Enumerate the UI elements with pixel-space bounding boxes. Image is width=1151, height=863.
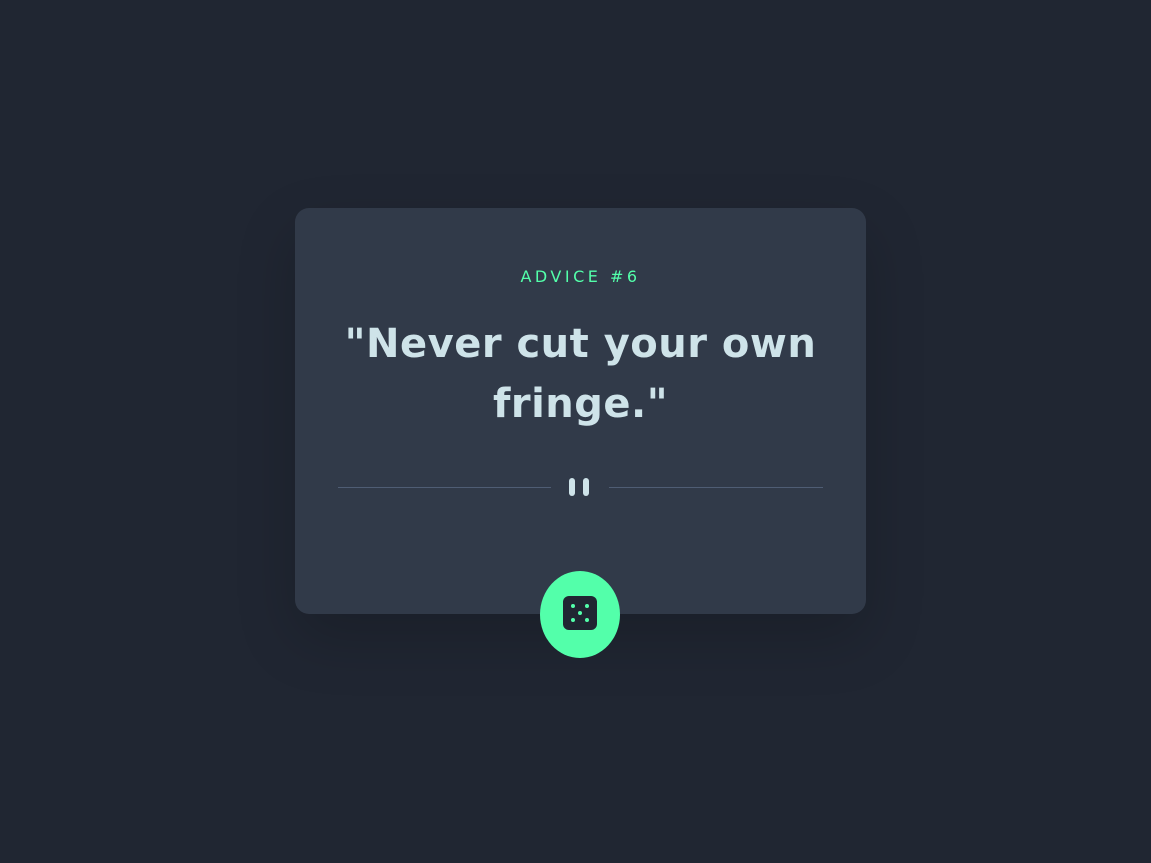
divider-line-left bbox=[338, 487, 551, 488]
dice-icon bbox=[563, 596, 597, 630]
pause-bar-left bbox=[569, 478, 575, 496]
advice-id-label: ADVICE #6 bbox=[520, 267, 641, 286]
divider-line-right bbox=[609, 487, 823, 488]
new-advice-button[interactable] bbox=[540, 571, 620, 658]
advice-quote: "Never cut your own fringe." bbox=[344, 321, 817, 427]
pause-icon bbox=[569, 478, 591, 496]
divider bbox=[338, 476, 823, 498]
advice-card: ADVICE #6 "Never cut your own fringe." bbox=[295, 208, 866, 614]
pause-bar-right bbox=[583, 478, 589, 496]
